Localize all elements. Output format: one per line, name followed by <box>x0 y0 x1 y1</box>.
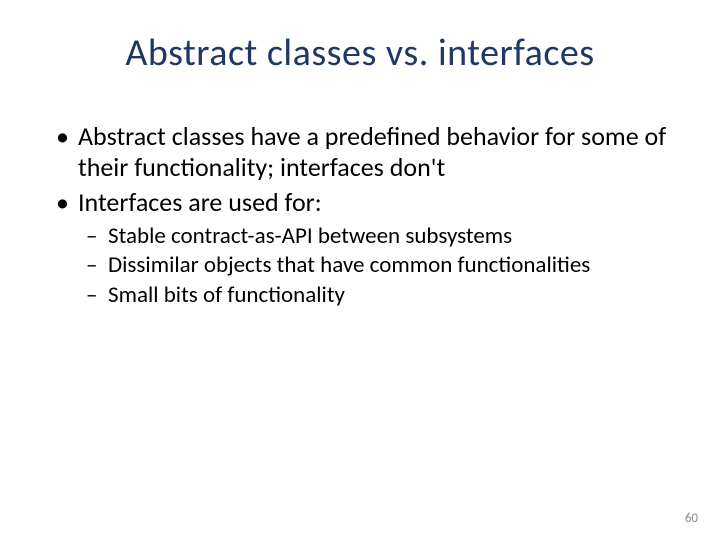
slide-content: Abstract classes have a predefined behav… <box>50 121 670 309</box>
sub-bullet-item-2: Dissimilar objects that have common func… <box>50 252 670 280</box>
bullet-item-2: Interfaces are used for: <box>50 187 670 218</box>
sub-bullet-item-3: Small bits of functionality <box>50 282 670 310</box>
page-number: 60 <box>685 511 698 526</box>
slide-container: Abstract classes vs. interfaces Abstract… <box>0 0 720 540</box>
bullet-item-1: Abstract classes have a predefined behav… <box>50 121 670 183</box>
slide-title: Abstract classes vs. interfaces <box>50 30 670 76</box>
sub-bullet-item-1: Stable contract-as-API between subsystem… <box>50 223 670 251</box>
